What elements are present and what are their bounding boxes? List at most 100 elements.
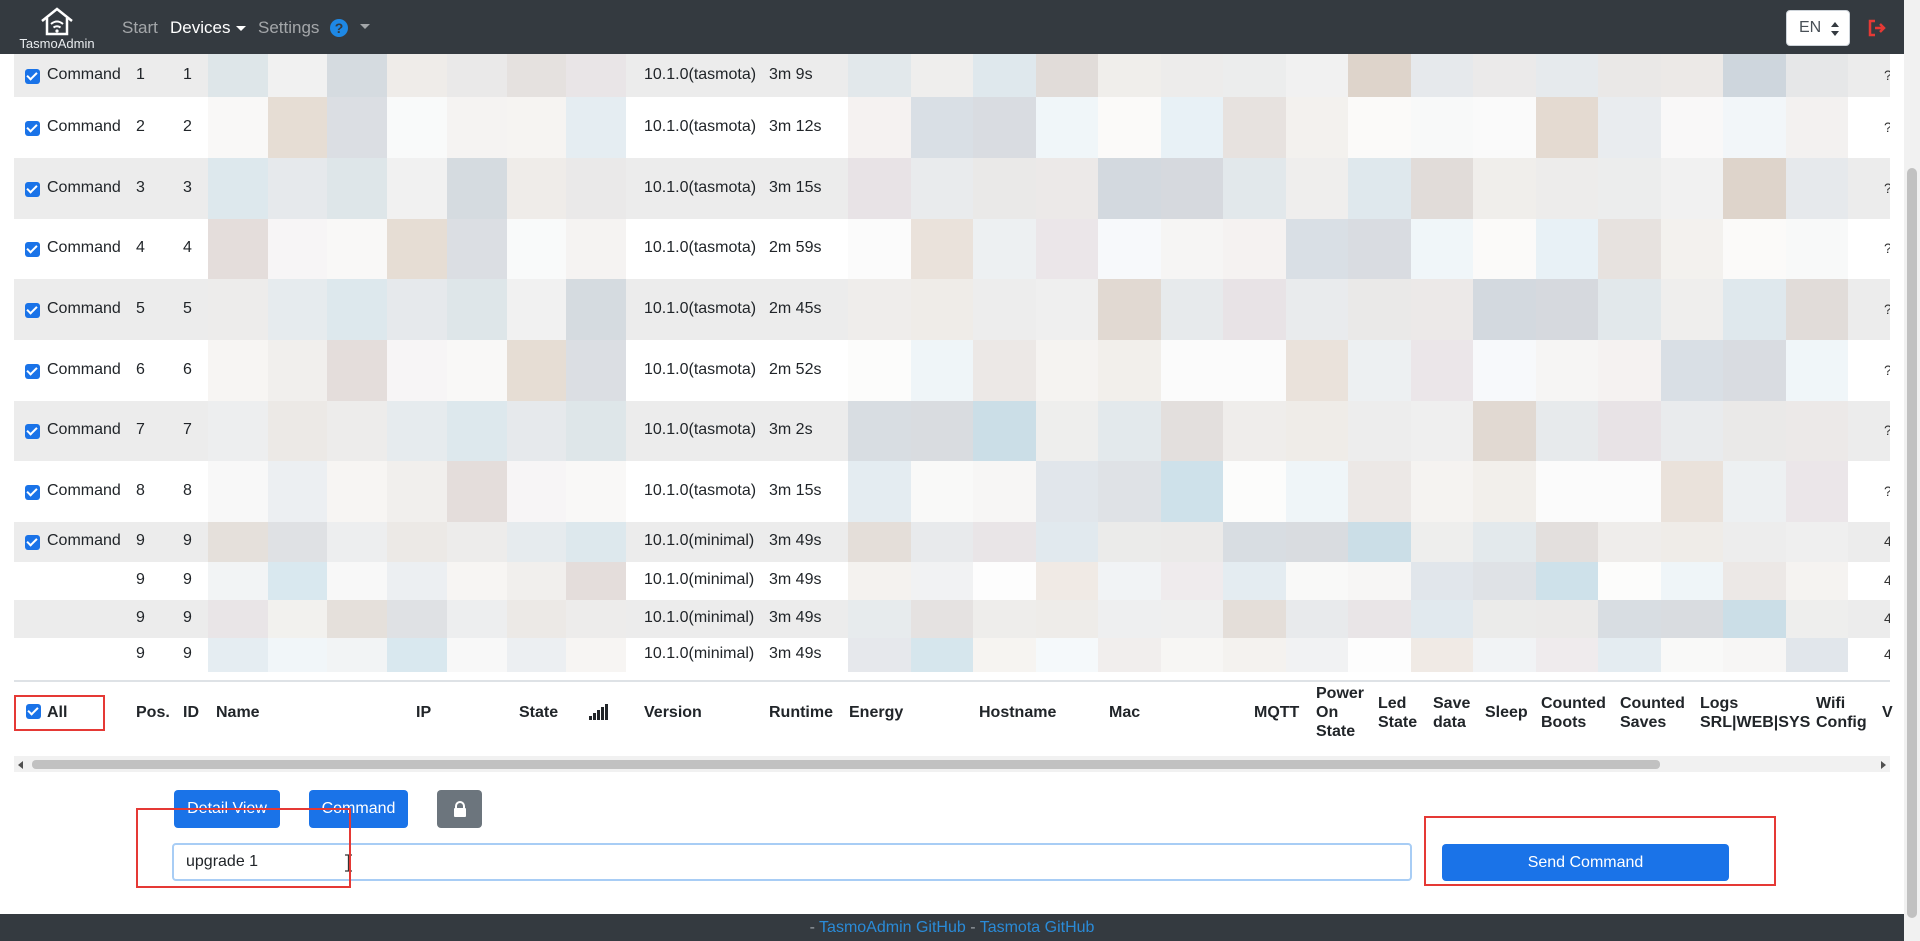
row-checkbox[interactable] — [25, 424, 40, 439]
row-command-link[interactable]: Command — [47, 66, 121, 84]
header-name[interactable]: Name — [216, 703, 260, 722]
redacted-block — [1660, 638, 1723, 672]
row-command-link[interactable]: Command — [47, 179, 121, 197]
redacted-block — [1723, 97, 1786, 158]
header-logs[interactable]: Logs SRL|WEB|SYS — [1700, 694, 1810, 732]
redacted-block — [1285, 461, 1348, 522]
nav-start[interactable]: Start — [122, 18, 158, 38]
header-mqtt[interactable]: MQTT — [1254, 703, 1299, 722]
row-checkbox[interactable] — [25, 182, 40, 197]
row-cut-off-value: ? — [1884, 301, 1890, 317]
row-checkbox[interactable] — [25, 485, 40, 500]
redacted-block — [1285, 562, 1348, 600]
scroll-right-icon[interactable] — [1881, 761, 1886, 769]
row-checkbox[interactable] — [25, 303, 40, 318]
row-command-link[interactable]: Command — [47, 421, 121, 439]
header-mac[interactable]: Mac — [1109, 703, 1140, 722]
row-cut-off-value: 4 — [1884, 572, 1890, 588]
row-command-link[interactable]: Command — [47, 482, 121, 500]
row-position: 9 — [136, 532, 145, 549]
vertical-scrollbar[interactable] — [1904, 0, 1920, 941]
header-state[interactable]: State — [519, 703, 558, 722]
nav-devices[interactable]: Devices — [170, 18, 247, 38]
header-ip[interactable]: IP — [416, 703, 431, 722]
header-text: Save — [1433, 695, 1471, 712]
brand-logo[interactable]: TasmoAdmin — [16, 6, 98, 52]
header-text: Config — [1816, 714, 1867, 731]
redacted-block — [1535, 461, 1598, 522]
redacted-block — [566, 600, 627, 638]
header-pos[interactable]: Pos. — [136, 703, 170, 722]
row-cut-off-value: ? — [1884, 180, 1890, 196]
redacted-device-info — [208, 97, 627, 158]
row-runtime: 3m 12s — [769, 118, 822, 135]
header-wifi-config[interactable]: Wifi Config — [1816, 694, 1867, 732]
row-checkbox[interactable] — [25, 121, 40, 136]
header-sleep[interactable]: Sleep — [1485, 703, 1528, 722]
command-button[interactable]: Command — [309, 790, 408, 828]
row-runtime: 3m 49s — [769, 532, 822, 549]
redacted-block — [566, 522, 627, 562]
header-save-data[interactable]: Save data — [1433, 694, 1470, 732]
row-command-link[interactable]: Command — [47, 239, 121, 257]
vertical-scroll-thumb[interactable] — [1907, 168, 1917, 918]
redacted-block — [1035, 600, 1098, 638]
redacted-block — [1473, 97, 1536, 158]
redacted-block — [910, 97, 973, 158]
redacted-block — [1348, 97, 1411, 158]
header-version[interactable]: Version — [644, 703, 702, 722]
command-input[interactable]: upgrade 1 — [172, 843, 1412, 881]
row-version: 10.1.0(minimal) — [644, 609, 755, 626]
redacted-block — [506, 638, 567, 672]
header-energy[interactable]: Energy — [849, 703, 903, 722]
redacted-block — [1598, 279, 1661, 340]
redacted-block — [1348, 638, 1411, 672]
detail-view-button[interactable]: Detail View — [174, 790, 280, 828]
redacted-block — [1098, 97, 1161, 158]
header-hostname[interactable]: Hostname — [979, 703, 1056, 722]
horizontal-scrollbar[interactable] — [14, 756, 1890, 772]
header-id[interactable]: ID — [183, 703, 199, 722]
row-checkbox[interactable] — [25, 364, 40, 379]
row-command-link[interactable]: Command — [47, 300, 121, 318]
tasmoadmin-github-link[interactable]: TasmoAdmin GitHub — [819, 919, 966, 936]
signal-strength-icon[interactable] — [589, 704, 609, 720]
chevron-down-icon[interactable] — [360, 24, 370, 29]
redacted-block — [446, 562, 507, 600]
header-power-on-state[interactable]: Power On State — [1316, 684, 1364, 741]
redacted-block — [1285, 600, 1348, 638]
redacted-device-info — [208, 638, 627, 672]
logout-icon[interactable] — [1867, 18, 1887, 38]
question-circle-icon[interactable]: ? — [330, 19, 348, 37]
select-all-checkbox[interactable] — [26, 704, 41, 719]
redacted-block — [1098, 401, 1161, 461]
row-cut-off-value: ? — [1884, 240, 1890, 256]
redacted-block — [1473, 219, 1536, 279]
row-checkbox[interactable] — [25, 242, 40, 257]
scroll-left-icon[interactable] — [18, 761, 23, 769]
redacted-block — [1348, 279, 1411, 340]
language-select[interactable]: EN — [1786, 10, 1850, 46]
redacted-block — [1410, 54, 1473, 97]
redacted-block — [1098, 158, 1161, 219]
header-all[interactable]: All — [47, 703, 67, 722]
header-counted-saves[interactable]: Counted Saves — [1620, 694, 1685, 732]
row-command-link[interactable]: Command — [47, 118, 121, 136]
redacted-block — [446, 279, 507, 340]
header-counted-boots[interactable]: Counted Boots — [1541, 694, 1606, 732]
row-command-link[interactable]: Command — [47, 361, 121, 379]
header-led-state[interactable]: Led State — [1378, 694, 1417, 732]
header-runtime[interactable]: Runtime — [769, 703, 833, 722]
tasmota-github-link[interactable]: Tasmota GitHub — [980, 919, 1095, 936]
nav-settings[interactable]: Settings — [258, 18, 319, 38]
redacted-block — [1535, 279, 1598, 340]
redacted-block — [1160, 562, 1223, 600]
horizontal-scroll-thumb[interactable] — [32, 760, 1660, 769]
row-checkbox[interactable] — [25, 69, 40, 84]
lock-button[interactable] — [437, 790, 482, 828]
row-checkbox[interactable] — [25, 535, 40, 550]
redacted-block — [1473, 562, 1536, 600]
send-command-button[interactable]: Send Command — [1442, 844, 1729, 881]
row-command-link[interactable]: Command — [47, 532, 121, 550]
row-version: 10.1.0(tasmota) — [644, 118, 757, 135]
